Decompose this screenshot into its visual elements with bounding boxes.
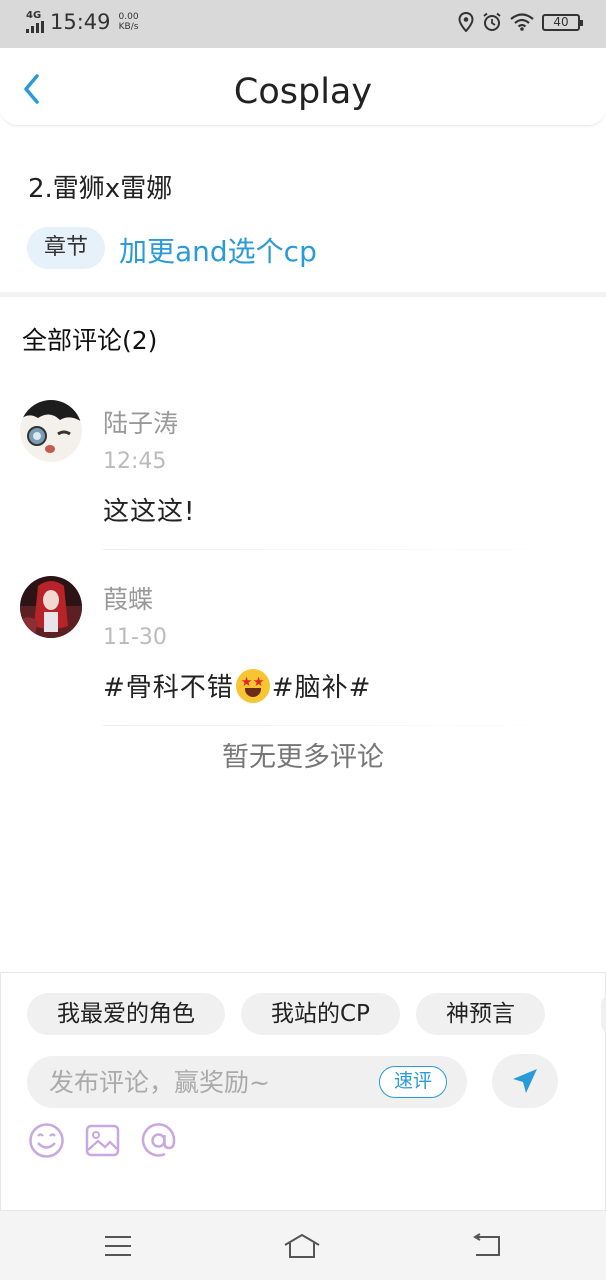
comment-divider: [103, 725, 576, 726]
at-icon[interactable]: [140, 1122, 177, 1159]
quick-reply-chip[interactable]: 我站的CP: [241, 993, 400, 1035]
quick-reply-chips: 我最爱的角色 我站的CP 神预言: [27, 993, 545, 1035]
chapter-title: 2.雷狮x雷娜: [28, 174, 173, 204]
comment-text-part: #骨科不错: [103, 673, 234, 703]
comment-divider: [103, 549, 576, 550]
star-struck-emoji-icon: ★ ★: [235, 668, 270, 703]
network-type: 4G: [26, 10, 42, 21]
comment-panel: 我最爱的角色 我站的CP 神预言 速评: [0, 972, 606, 1210]
no-more-comments: 暂无更多评论: [222, 742, 384, 773]
home-icon: [284, 1234, 320, 1258]
comment-text-part: #脑补#: [271, 673, 372, 703]
back-icon: [473, 1233, 500, 1256]
quick-comment-button[interactable]: 速评: [379, 1066, 447, 1098]
status-right: 40: [458, 12, 583, 32]
comment-text: 这这这!: [103, 497, 196, 527]
quick-reply-chip-partial[interactable]: [601, 993, 606, 1035]
emoji-icon[interactable]: [28, 1122, 65, 1159]
home-button[interactable]: [282, 1231, 322, 1261]
status-time: 15:49: [50, 10, 111, 34]
network-speed: 0.00 KB/s: [118, 12, 139, 32]
send-button[interactable]: [492, 1054, 558, 1108]
header: Cosplay: [0, 48, 606, 126]
comments-header: 全部评论(2): [22, 326, 158, 355]
quick-reply-chip[interactable]: 神预言: [415, 993, 545, 1035]
comment-author[interactable]: 陆子涛: [103, 404, 178, 440]
comment-time: 11-30: [103, 625, 167, 650]
location-icon: [458, 12, 474, 32]
system-nav-bar: [0, 1210, 606, 1280]
comment-time: 12:45: [103, 449, 167, 474]
menu-icon: [105, 1236, 131, 1256]
quick-reply-chip[interactable]: 我最爱的角色: [27, 993, 225, 1035]
avatar[interactable]: [20, 576, 82, 638]
avatar[interactable]: [20, 400, 82, 462]
comment-author[interactable]: 葭蝶: [103, 580, 153, 616]
battery-icon: 40: [542, 13, 583, 31]
image-icon[interactable]: [84, 1122, 121, 1159]
tool-icons: [28, 1122, 177, 1159]
alarm-icon: [483, 12, 501, 31]
chapter-tag: 章节: [27, 227, 105, 269]
back-nav-button[interactable]: [466, 1231, 506, 1261]
page-title: Cosplay: [233, 72, 373, 112]
menu-button[interactable]: [98, 1231, 138, 1261]
wifi-icon: [510, 13, 534, 31]
comment-text: #骨科不错 ★ ★ #脑补#: [103, 667, 371, 704]
chapter-link[interactable]: 加更and选个cp: [119, 230, 317, 270]
send-icon: [513, 1069, 537, 1093]
status-left: 4G 15:49 0.00 KB/s: [26, 10, 139, 34]
status-bar: 4G 15:49 0.00 KB/s 40: [0, 0, 606, 48]
section-divider: [0, 292, 606, 297]
signal-icon: 4G: [26, 11, 44, 33]
